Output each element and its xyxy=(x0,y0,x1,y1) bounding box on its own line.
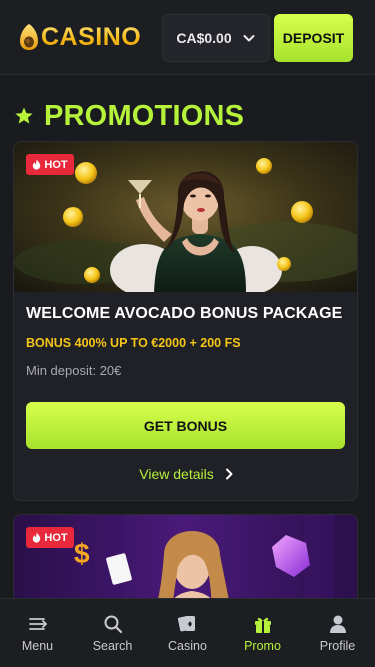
view-details-link[interactable]: View details xyxy=(14,466,357,482)
menu-icon xyxy=(28,618,47,630)
hot-badge: HOT xyxy=(26,527,74,548)
promo-banner-image[interactable]: HOT xyxy=(14,142,357,292)
gift-icon xyxy=(254,617,271,633)
promo-subtitle: BONUS 400% UP TO €2000 + 200 FS xyxy=(26,336,241,350)
nav-item-menu[interactable]: Menu xyxy=(0,599,75,667)
nav-item-label: Search xyxy=(92,639,133,653)
min-deposit-text: Min deposit: 20€ xyxy=(26,363,122,378)
chevron-right-icon xyxy=(225,468,233,480)
nav-item-promo[interactable]: Promo xyxy=(225,599,300,667)
nav-item-label: Casino xyxy=(168,639,207,653)
hot-badge-label: HOT xyxy=(44,158,68,171)
nav-item-profile[interactable]: Profile xyxy=(300,599,375,667)
nav-item-label: Menu xyxy=(21,639,54,653)
balance-dropdown[interactable]: CA$0.00 xyxy=(162,14,270,62)
star-icon xyxy=(15,107,33,124)
dollar-icon: $ xyxy=(74,538,90,569)
fire-icon xyxy=(33,532,41,543)
promo-title: WELCOME AVOCADO BONUS PACKAGE xyxy=(26,305,343,322)
view-details-label: View details xyxy=(139,466,214,482)
nav-item-casino[interactable]: Casino xyxy=(150,599,225,667)
balance-value: CA$0.00 xyxy=(176,30,232,46)
nav-item-label: Profile xyxy=(319,639,356,653)
fire-icon xyxy=(33,159,41,170)
cards-icon xyxy=(177,616,195,632)
logo-text: CASINO xyxy=(41,22,142,51)
get-bonus-button[interactable]: GET BONUS xyxy=(26,402,345,449)
nav-item-label: Promo xyxy=(244,639,281,653)
casino-logo[interactable]: CASINO xyxy=(18,22,141,52)
nav-item-search[interactable]: Search xyxy=(75,599,150,667)
hot-badge: HOT xyxy=(26,154,74,175)
chevron-down-icon xyxy=(243,35,255,42)
bottom-navigation: Menu Search Casino Promo Profile xyxy=(0,598,375,667)
hot-badge-label: HOT xyxy=(44,531,68,544)
user-icon xyxy=(329,615,346,633)
promotions-heading: PROMOTIONS xyxy=(14,96,244,136)
app-header: CASINO CA$0.00 DEPOSIT xyxy=(0,0,375,75)
avocado-logo-icon xyxy=(20,24,38,50)
page-title: PROMOTIONS xyxy=(44,99,245,132)
promo-card: HOT WELCOME AVOCADO BONUS PACKAGE BONUS … xyxy=(13,141,358,501)
deposit-button[interactable]: DEPOSIT xyxy=(274,14,353,62)
search-icon xyxy=(104,615,122,634)
